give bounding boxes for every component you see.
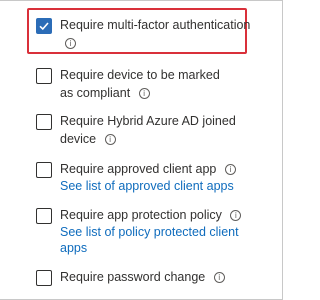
option-text: Require password change i	[60, 268, 260, 286]
checkbox-require-hybrid-ad[interactable]	[36, 114, 52, 130]
option-text: Require approved client app i See list o…	[60, 160, 260, 194]
option-text: Require Hybrid Azure AD joined device i	[60, 112, 244, 148]
info-icon[interactable]: i	[138, 88, 150, 99]
checkbox-require-app-protection[interactable]	[36, 208, 52, 224]
checkbox-require-mfa[interactable]	[36, 18, 52, 34]
option-text: Require multi-factor authentication i	[60, 16, 260, 52]
checkmark-icon	[39, 22, 49, 31]
panel-right-border	[282, 0, 283, 300]
option-label: Require approved client app	[60, 162, 217, 176]
approved-apps-link[interactable]: See list of approved client apps	[60, 178, 260, 194]
info-icon[interactable]: i	[230, 210, 242, 221]
info-icon[interactable]: i	[104, 134, 116, 145]
info-icon[interactable]: i	[65, 38, 76, 49]
checkbox-require-password-change[interactable]	[36, 270, 52, 286]
option-label: Require Hybrid Azure AD joined device	[60, 114, 236, 146]
option-text: Require device to be marked as compliant…	[60, 66, 236, 102]
protected-apps-link[interactable]: See list of policy protected client apps	[60, 224, 260, 256]
panel-top-border	[0, 0, 283, 1]
option-label: Require password change	[60, 270, 206, 284]
checkbox-require-approved-app[interactable]	[36, 162, 52, 178]
info-icon[interactable]: i	[224, 164, 236, 175]
option-label: Require app protection policy	[60, 208, 222, 222]
info-icon[interactable]: i	[213, 272, 225, 283]
checkbox-require-compliant[interactable]	[36, 68, 52, 84]
option-label: Require multi-factor authentication	[60, 18, 251, 32]
option-text: Require app protection policy i See list…	[60, 206, 260, 256]
